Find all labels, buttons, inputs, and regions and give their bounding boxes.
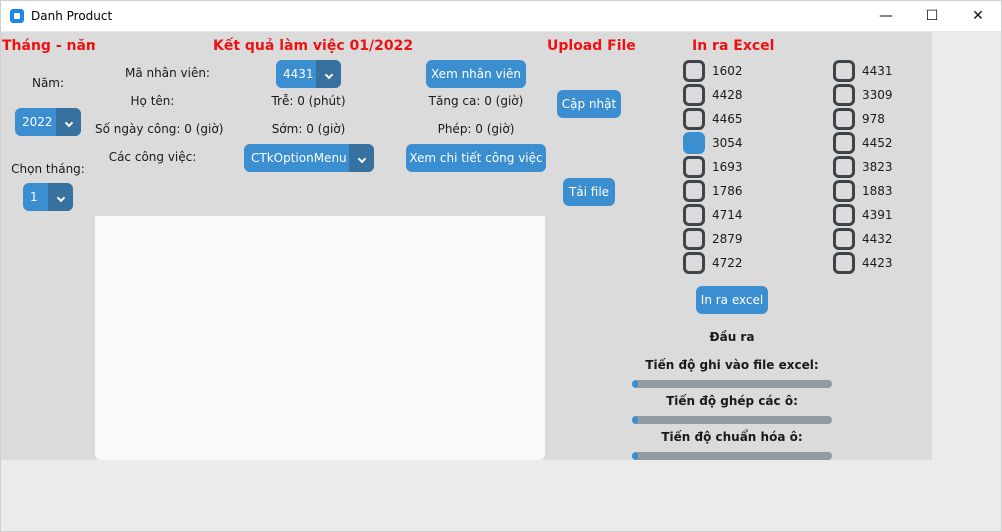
task-details-textbox[interactable] xyxy=(95,216,545,460)
close-button[interactable]: ✕ xyxy=(955,1,1001,31)
chevron-down-icon xyxy=(316,60,341,88)
progress-label: Tiến độ ghép các ô: xyxy=(666,394,798,408)
employee-checkbox-label: 3054 xyxy=(712,136,743,150)
employee-checkbox-label: 2879 xyxy=(712,232,743,246)
employee-checkbox[interactable] xyxy=(833,228,855,250)
employee-checkbox[interactable] xyxy=(683,252,705,274)
employee-checkbox[interactable] xyxy=(833,84,855,106)
employee-id-select-value: 4431 xyxy=(283,67,314,81)
tasks-select[interactable]: CTkOptionMenu xyxy=(244,144,374,172)
month-select-value: 1 xyxy=(30,190,38,204)
employee-checkbox-label: 4452 xyxy=(862,136,893,150)
leave-label: Phép: 0 (giờ) xyxy=(437,122,515,136)
employee-id-label: Mã nhân viên: xyxy=(125,66,210,80)
employee-checkbox[interactable] xyxy=(683,108,705,130)
employee-checkbox[interactable] xyxy=(683,228,705,250)
app-window: Danh Product — ☐ ✕ Tháng - năm Năm: 2022… xyxy=(0,0,1002,532)
view-task-details-button[interactable]: Xem chi tiết công việc xyxy=(406,144,546,172)
employee-id-select[interactable]: 4431 xyxy=(276,60,341,88)
month-year-panel xyxy=(1,32,95,460)
minimize-button[interactable]: — xyxy=(863,1,909,31)
employee-checkbox[interactable] xyxy=(683,84,705,106)
normalize-cells-progress-bar xyxy=(632,452,832,460)
tasks-label: Các công việc: xyxy=(108,150,197,164)
update-button[interactable]: Cập nhật xyxy=(557,90,621,118)
month-label: Chọn tháng: xyxy=(11,162,85,176)
name-label: Họ tên: xyxy=(130,94,175,108)
employee-checkbox-label: 4428 xyxy=(712,88,743,102)
employee-checkbox-label: 1602 xyxy=(712,64,743,78)
employee-checkbox-label: 4714 xyxy=(712,208,743,222)
employee-checkbox[interactable] xyxy=(683,204,705,226)
employee-checkbox[interactable] xyxy=(683,156,705,178)
chevron-down-icon xyxy=(48,183,73,211)
late-label: Trễ: 0 (phút) xyxy=(271,94,346,108)
tasks-select-value: CTkOptionMenu xyxy=(251,151,347,165)
employee-checkbox-label: 1693 xyxy=(712,160,743,174)
main-frame: Tháng - năm Năm: 2022 Chọn tháng: 1 Kết … xyxy=(1,32,932,460)
chevron-down-icon xyxy=(56,108,81,136)
excel-write-progress-bar xyxy=(632,380,832,388)
employee-checkbox-label: 4722 xyxy=(712,256,743,270)
load-file-button[interactable]: Tải file xyxy=(563,178,615,206)
employee-checkbox[interactable] xyxy=(683,132,705,154)
window-title: Danh Product xyxy=(31,9,113,23)
month-year-heading: Tháng - năm xyxy=(2,38,101,54)
month-select[interactable]: 1 xyxy=(23,183,73,211)
employee-checkbox[interactable] xyxy=(683,180,705,202)
employee-checkbox-label: 978 xyxy=(862,112,885,126)
year-select[interactable]: 2022 xyxy=(15,108,81,136)
maximize-button[interactable]: ☐ xyxy=(909,1,955,31)
workdays-label: Số ngày công: 0 (giờ) xyxy=(95,122,224,136)
employee-checkbox-label: 4431 xyxy=(862,64,893,78)
chevron-down-icon xyxy=(349,144,374,172)
employee-checkbox-label: 1786 xyxy=(712,184,743,198)
employee-checkbox-label: 4465 xyxy=(712,112,743,126)
year-label: Năm: xyxy=(31,76,65,90)
employee-checkbox[interactable] xyxy=(833,204,855,226)
early-label: Sớm: 0 (giờ) xyxy=(271,122,346,136)
employee-checkbox[interactable] xyxy=(833,108,855,130)
excel-heading: In ra Excel xyxy=(692,38,775,54)
upload-heading: Upload File xyxy=(547,38,636,54)
employee-checkbox-label: 1883 xyxy=(862,184,893,198)
employee-checkbox-label: 3309 xyxy=(862,88,893,102)
employee-checkbox-label: 4423 xyxy=(862,256,893,270)
employee-checkbox[interactable] xyxy=(833,180,855,202)
overtime-label: Tăng ca: 0 (giờ) xyxy=(428,94,524,108)
employee-checkbox[interactable] xyxy=(833,156,855,178)
app-icon xyxy=(10,9,24,23)
employee-checkbox-label: 4432 xyxy=(862,232,893,246)
progress-label: Tiến độ chuẩn hóa ô: xyxy=(661,430,803,444)
export-excel-button[interactable]: In ra excel xyxy=(696,286,768,314)
employee-checkbox-label: 3823 xyxy=(862,160,893,174)
employee-checkbox[interactable] xyxy=(683,60,705,82)
employee-checkbox-label: 4391 xyxy=(862,208,893,222)
year-select-value: 2022 xyxy=(22,115,53,129)
employee-checkbox[interactable] xyxy=(833,252,855,274)
output-heading: Đầu ra xyxy=(709,330,755,344)
view-employee-button[interactable]: Xem nhân viên xyxy=(426,60,526,88)
employee-checkbox[interactable] xyxy=(833,132,855,154)
result-heading: Kết quả làm việc 01/2022 xyxy=(213,38,414,54)
progress-label: Tiến độ ghi vào file excel: xyxy=(645,358,819,372)
employee-checkbox[interactable] xyxy=(833,60,855,82)
title-bar: Danh Product — ☐ ✕ xyxy=(1,1,1001,31)
merge-cells-progress-bar xyxy=(632,416,832,424)
